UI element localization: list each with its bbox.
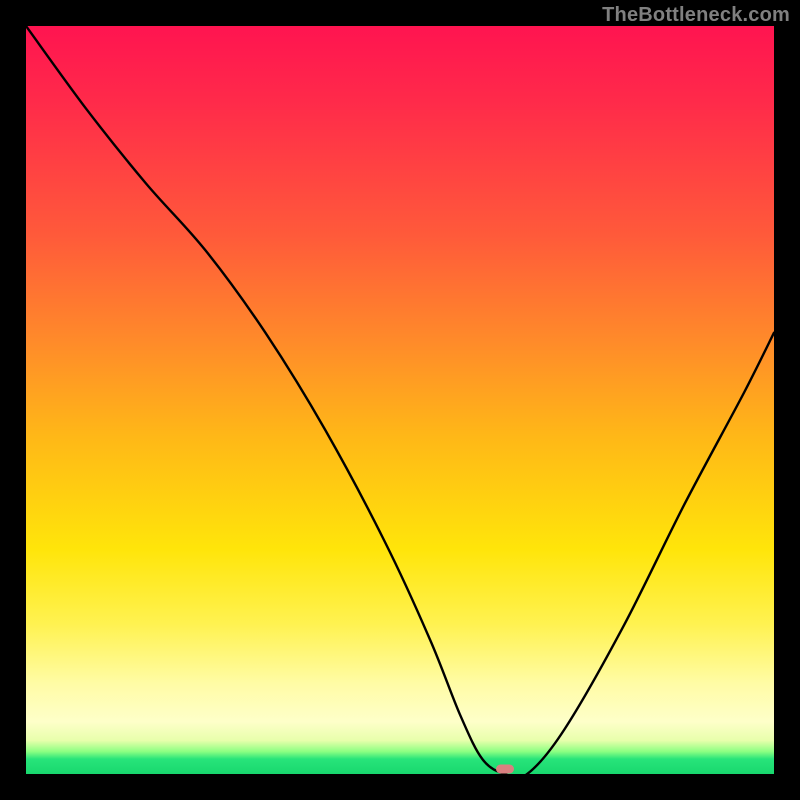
watermark-text: TheBottleneck.com xyxy=(602,4,790,27)
optimal-point-marker xyxy=(496,764,514,773)
plot-area xyxy=(26,26,774,774)
bottleneck-curve xyxy=(26,26,774,774)
chart-frame: TheBottleneck.com xyxy=(0,0,800,800)
